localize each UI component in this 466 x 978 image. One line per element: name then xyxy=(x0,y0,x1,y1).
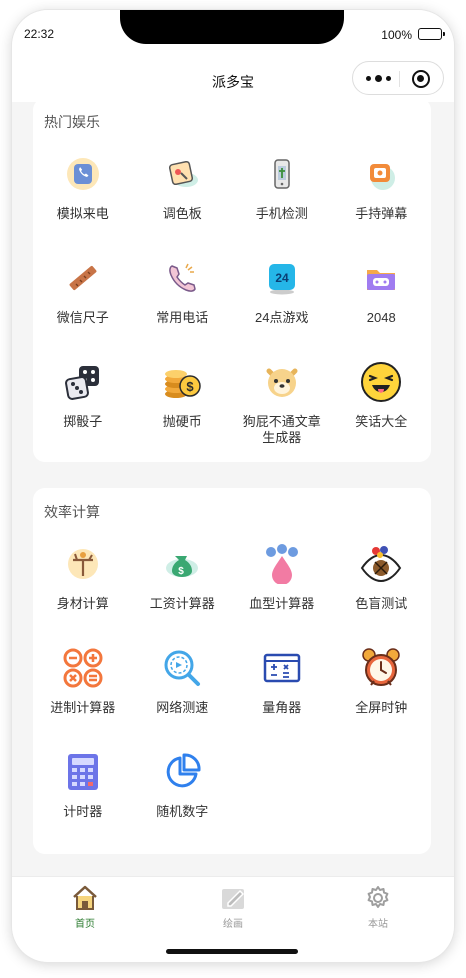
tool-label: 模拟来电 xyxy=(56,206,109,221)
tab-label: 本站 xyxy=(368,919,388,930)
tool-item[interactable]: 全屏时钟 xyxy=(332,646,432,750)
body-calc-icon xyxy=(61,542,105,586)
tool-grid: 模拟来电 调色板 手机检测 手持弹幕 微信尺子 常用电话 24 24点游戏 20… xyxy=(33,152,431,464)
pie-chart-icon xyxy=(160,750,204,794)
tool-grid: 身材计算 $ 工资计算器 血型计算器 色盲测试 进制计算器 网络测速 量角器 全… xyxy=(33,542,431,854)
tool-label: 量角器 xyxy=(262,700,302,715)
coin-icon: $ xyxy=(160,360,204,404)
protractor-icon xyxy=(260,646,304,690)
game-2048-icon xyxy=(359,256,403,300)
game-24-icon: 24 xyxy=(260,256,304,300)
salary-icon: $ xyxy=(160,542,204,586)
tool-item[interactable]: 网络测速 xyxy=(133,646,233,750)
miniprogram-capsule xyxy=(352,61,444,95)
tool-label: 抛硬币 xyxy=(162,414,202,429)
tool-label: 计时器 xyxy=(63,804,103,819)
eye-icon xyxy=(359,542,403,586)
tool-item[interactable]: 2048 xyxy=(332,256,432,360)
drawing-icon xyxy=(218,883,248,913)
joke-emoji-icon xyxy=(359,360,403,404)
telephone-icon xyxy=(160,256,204,300)
tab-site[interactable]: 本站 xyxy=(318,883,438,930)
section-card-efficiency: 效率计算 身材计算 $ 工资计算器 血型计算器 色盲测试 进制计算器 网络测速 … xyxy=(33,488,431,854)
battery-icon xyxy=(418,28,445,40)
tool-item[interactable]: 手持弹幕 xyxy=(332,152,432,256)
barrage-icon xyxy=(359,152,403,196)
tab-home[interactable]: 首页 xyxy=(25,883,145,930)
tool-label: 进制计算器 xyxy=(50,700,116,715)
gear-icon xyxy=(363,883,393,913)
tab-label: 首页 xyxy=(75,919,95,930)
blood-type-icon xyxy=(260,542,304,586)
base-calculator-icon xyxy=(61,646,105,690)
tool-item[interactable]: 掷骰子 xyxy=(33,360,133,464)
svg-text:$: $ xyxy=(187,379,195,394)
tool-label: 笑话大全 xyxy=(355,414,408,429)
palette-icon xyxy=(160,152,204,196)
svg-text:$: $ xyxy=(178,566,184,577)
tool-label: 身材计算 xyxy=(56,596,109,611)
tool-item[interactable]: 进制计算器 xyxy=(33,646,133,750)
capsule-divider xyxy=(399,71,400,87)
tab-bar: 首页 绘画 本站 xyxy=(12,876,454,962)
tool-label: 工资计算器 xyxy=(149,596,215,611)
tool-label: 微信尺子 xyxy=(56,310,109,325)
tool-item[interactable]: 笑话大全 xyxy=(332,360,432,464)
tool-item[interactable]: 手机检测 xyxy=(232,152,332,256)
tool-label: 随机数字 xyxy=(156,804,209,819)
tool-item[interactable]: 常用电话 xyxy=(133,256,233,360)
tab-drawing[interactable]: 绘画 xyxy=(173,883,293,930)
tool-label: 常用电话 xyxy=(156,310,209,325)
tool-label: 调色板 xyxy=(162,206,202,221)
section-title: 效率计算 xyxy=(44,504,100,520)
ruler-icon xyxy=(61,256,105,300)
network-speed-icon xyxy=(160,646,204,690)
phone-check-icon xyxy=(260,152,304,196)
tool-label: 2048 xyxy=(366,310,396,325)
tool-label: 狗屁不通文章生成器 xyxy=(242,414,321,445)
dice-icon xyxy=(61,360,105,404)
tool-label: 血型计算器 xyxy=(249,596,315,611)
status-time: 22:32 xyxy=(24,27,55,41)
tool-item[interactable]: 身材计算 xyxy=(33,542,133,646)
more-icon[interactable] xyxy=(366,75,391,82)
calculator-icon xyxy=(61,750,105,794)
tool-item[interactable]: 血型计算器 xyxy=(232,542,332,646)
phone-call-icon xyxy=(61,152,105,196)
section-title: 热门娱乐 xyxy=(44,114,100,130)
tool-item[interactable]: 模拟来电 xyxy=(33,152,133,256)
tool-label: 手机检测 xyxy=(255,206,308,221)
tool-label: 24点游戏 xyxy=(255,310,309,325)
battery-percentage: 100% xyxy=(381,28,412,42)
phone-frame: 22:32 100% 派多宝 热门娱乐 模拟来电 调色板 手机检测 手持弹幕 微… xyxy=(12,10,454,962)
notch xyxy=(120,10,344,44)
doge-icon xyxy=(260,360,304,404)
tool-item[interactable]: 计时器 xyxy=(33,750,133,854)
tool-label: 网络测速 xyxy=(156,700,209,715)
tool-item[interactable]: 随机数字 xyxy=(133,750,233,854)
section-card-entertainment: 热门娱乐 模拟来电 调色板 手机检测 手持弹幕 微信尺子 常用电话 24 24点… xyxy=(33,102,431,462)
tool-item[interactable]: 色盲测试 xyxy=(332,542,432,646)
tool-label: 全屏时钟 xyxy=(355,700,408,715)
svg-text:24: 24 xyxy=(275,271,289,285)
tool-item[interactable]: 24 24点游戏 xyxy=(232,256,332,360)
tool-label: 掷骰子 xyxy=(63,414,103,429)
navigation-bar: 派多宝 xyxy=(12,58,454,102)
tool-item[interactable]: 狗屁不通文章生成器 xyxy=(232,360,332,464)
tab-label: 绘画 xyxy=(223,919,243,930)
close-icon[interactable] xyxy=(412,70,430,88)
tool-item[interactable]: $ 抛硬币 xyxy=(133,360,233,464)
home-indicator[interactable] xyxy=(166,949,298,954)
main-content[interactable]: 热门娱乐 模拟来电 调色板 手机检测 手持弹幕 微信尺子 常用电话 24 24点… xyxy=(12,102,454,876)
home-icon xyxy=(70,883,100,913)
alarm-clock-icon xyxy=(359,646,403,690)
tool-item[interactable]: 微信尺子 xyxy=(33,256,133,360)
tool-item[interactable]: 调色板 xyxy=(133,152,233,256)
tool-item[interactable]: $ 工资计算器 xyxy=(133,542,233,646)
tool-label: 手持弹幕 xyxy=(355,206,408,221)
tool-label: 色盲测试 xyxy=(355,596,408,611)
tool-item[interactable]: 量角器 xyxy=(232,646,332,750)
